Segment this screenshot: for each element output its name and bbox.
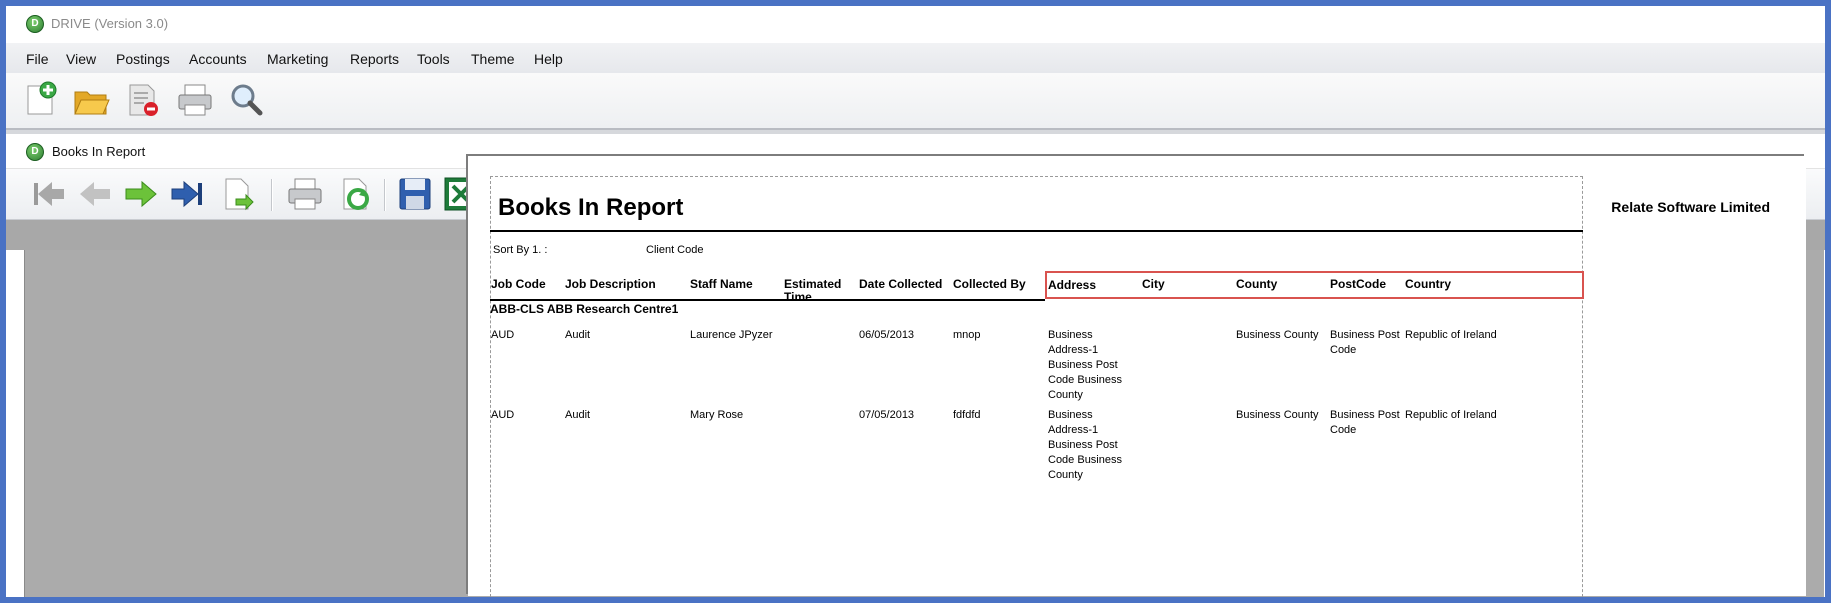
col-job-description: Job Description bbox=[565, 277, 656, 291]
cell-collected-by: mnop bbox=[953, 329, 981, 341]
cell-job-description: Audit bbox=[565, 409, 591, 421]
report-title: Books In Report bbox=[498, 194, 684, 221]
save-icon[interactable] bbox=[396, 175, 434, 213]
menu-accounts[interactable]: Accounts bbox=[189, 51, 247, 67]
drive-logo-icon: D bbox=[26, 143, 44, 161]
cell-staff-name: Mary Rose bbox=[690, 409, 744, 421]
menu-theme[interactable]: Theme bbox=[471, 51, 515, 67]
drive-logo-icon: D bbox=[26, 15, 44, 33]
toolbar-separator bbox=[384, 179, 386, 211]
cell-date-collected: 06/05/2013 bbox=[859, 329, 915, 341]
cell-county: Business County bbox=[1236, 329, 1319, 341]
menu-reports[interactable]: Reports bbox=[350, 51, 399, 67]
refresh-icon[interactable] bbox=[336, 175, 374, 213]
open-folder-icon[interactable] bbox=[72, 82, 110, 120]
new-icon[interactable] bbox=[22, 80, 60, 118]
window-title: DRIVE (Version 3.0) bbox=[51, 16, 169, 31]
sort-by-label: Sort By 1. : bbox=[493, 244, 548, 256]
cell-address: Business Address-1 Business Post Code Bu… bbox=[1048, 329, 1122, 401]
app-window: D DRIVE (Version 3.0) File View Postings… bbox=[6, 6, 1825, 597]
cell-postcode: Business Post Code bbox=[1330, 329, 1400, 356]
report-page: Books In Report Relate Software Limited … bbox=[468, 156, 1806, 597]
page-margin-guide bbox=[490, 176, 1583, 597]
menu-marketing[interactable]: Marketing bbox=[267, 51, 328, 67]
menu-bar: File View Postings Accounts Marketing Re… bbox=[6, 43, 1825, 73]
first-page-icon[interactable] bbox=[30, 175, 68, 213]
header-rule bbox=[490, 299, 1045, 301]
export-page-icon[interactable] bbox=[218, 175, 256, 213]
next-page-icon[interactable] bbox=[122, 175, 160, 213]
main-toolbar bbox=[6, 73, 1825, 130]
menu-help[interactable]: Help bbox=[534, 51, 563, 67]
menu-tools[interactable]: Tools bbox=[417, 51, 450, 67]
search-icon[interactable] bbox=[228, 81, 266, 119]
cell-job-code: AUD bbox=[491, 329, 515, 341]
col-date-collected: Date Collected bbox=[859, 277, 943, 291]
cell-country: Republic of Ireland bbox=[1405, 329, 1497, 341]
highlight-box bbox=[1045, 271, 1584, 299]
previous-page-icon[interactable] bbox=[76, 175, 114, 213]
print-icon[interactable] bbox=[286, 175, 324, 213]
cell-staff-name: Laurence JPyzer bbox=[690, 329, 773, 341]
toolbar-separator bbox=[271, 179, 273, 211]
cell-country: Republic of Ireland bbox=[1405, 409, 1497, 421]
cell-county: Business County bbox=[1236, 409, 1319, 421]
delete-document-icon[interactable] bbox=[124, 81, 162, 119]
menu-postings[interactable]: Postings bbox=[116, 51, 170, 67]
col-collected-by: Collected By bbox=[953, 277, 1026, 291]
group-header: ABB-CLS ABB Research Centre1 bbox=[490, 302, 679, 316]
print-icon[interactable] bbox=[176, 81, 214, 119]
menu-view[interactable]: View bbox=[66, 51, 96, 67]
cell-collected-by: fdfdfd bbox=[953, 409, 981, 421]
last-page-icon[interactable] bbox=[168, 175, 206, 213]
col-job-code: Job Code bbox=[491, 277, 546, 291]
cell-address: Business Address-1 Business Post Code Bu… bbox=[1048, 409, 1122, 481]
cell-job-description: Audit bbox=[565, 329, 591, 341]
menu-file[interactable]: File bbox=[26, 51, 49, 67]
cell-postcode: Business Post Code bbox=[1330, 409, 1400, 436]
cell-date-collected: 07/05/2013 bbox=[859, 409, 915, 421]
title-rule bbox=[490, 230, 1583, 232]
report-window-title: Books In Report bbox=[52, 144, 146, 159]
company-name: Relate Software Limited bbox=[1611, 199, 1770, 215]
window-titlebar: D DRIVE (Version 3.0) bbox=[6, 6, 1825, 42]
sort-by-value: Client Code bbox=[646, 244, 704, 256]
col-staff-name: Staff Name bbox=[690, 277, 753, 291]
cell-job-code: AUD bbox=[491, 409, 515, 421]
